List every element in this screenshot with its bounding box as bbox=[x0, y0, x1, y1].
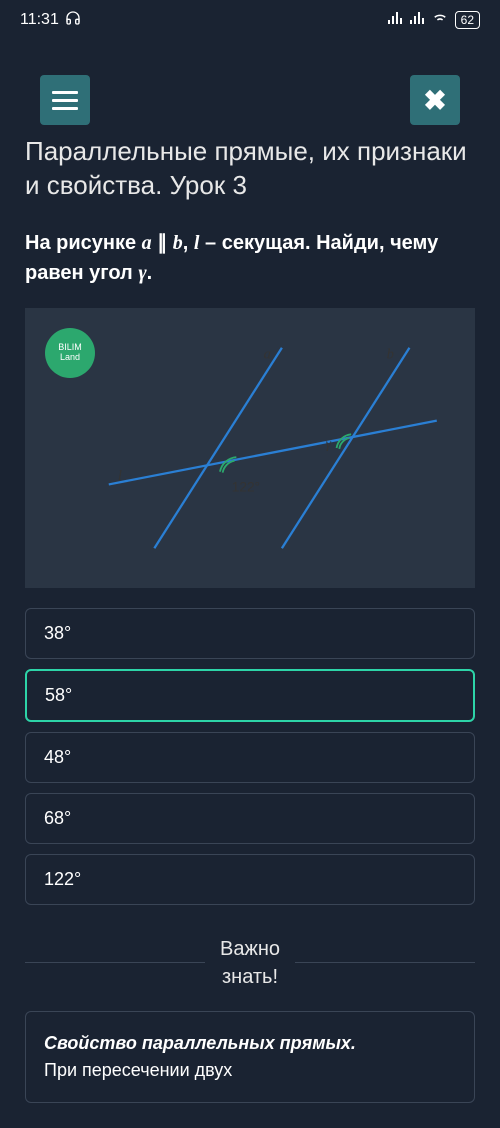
divider-section: Важно знать! bbox=[25, 935, 475, 991]
answer-option-4[interactable]: 122° bbox=[25, 854, 475, 905]
battery-text: 62 bbox=[461, 13, 474, 27]
status-left: 11:31 bbox=[20, 10, 81, 31]
nav-bar: ✖ bbox=[25, 65, 475, 135]
answer-option-2[interactable]: 48° bbox=[25, 732, 475, 783]
battery-indicator: 62 bbox=[455, 11, 480, 29]
divider-text: Важно знать! bbox=[220, 935, 280, 991]
headphones-icon bbox=[65, 10, 81, 31]
main-content: ✖ Параллельные прямые, их признаки и сво… bbox=[0, 0, 500, 1128]
signal-icon-1 bbox=[387, 11, 403, 30]
svg-text:122°: 122° bbox=[232, 479, 260, 494]
answers-list: 38° 58° 48° 68° 122° bbox=[25, 608, 475, 905]
svg-text:b: b bbox=[387, 346, 394, 362]
signal-icon-2 bbox=[409, 11, 425, 30]
answer-option-1[interactable]: 58° bbox=[25, 669, 475, 722]
svg-text:l: l bbox=[118, 467, 122, 483]
info-line1: При пересечении двух bbox=[44, 1060, 232, 1080]
close-button[interactable]: ✖ bbox=[410, 75, 460, 125]
answer-option-3[interactable]: 68° bbox=[25, 793, 475, 844]
diagram-container: BILIM Land a b l 122° γ bbox=[25, 308, 475, 588]
info-box: Свойство параллельных прямых. При пересе… bbox=[25, 1011, 475, 1103]
svg-text:a: a bbox=[264, 346, 271, 362]
lesson-title: Параллельные прямые, их признаки и свойс… bbox=[25, 135, 475, 203]
close-icon: ✖ bbox=[423, 84, 446, 117]
question-text: На рисунке a ∥ b, l – секущая. Найди, че… bbox=[25, 228, 475, 288]
geometry-diagram: a b l 122° γ bbox=[45, 328, 455, 568]
bilim-badge: BILIM Land bbox=[45, 328, 95, 378]
divider-line-left bbox=[25, 962, 205, 963]
answer-option-0[interactable]: 38° bbox=[25, 608, 475, 659]
time-text: 11:31 bbox=[20, 11, 59, 29]
menu-button[interactable] bbox=[40, 75, 90, 125]
divider-line-right bbox=[295, 962, 475, 963]
info-heading: Свойство параллельных прямых. bbox=[44, 1033, 356, 1053]
wifi-icon bbox=[431, 11, 449, 30]
status-right: 62 bbox=[387, 11, 480, 30]
svg-text:γ: γ bbox=[326, 436, 332, 451]
